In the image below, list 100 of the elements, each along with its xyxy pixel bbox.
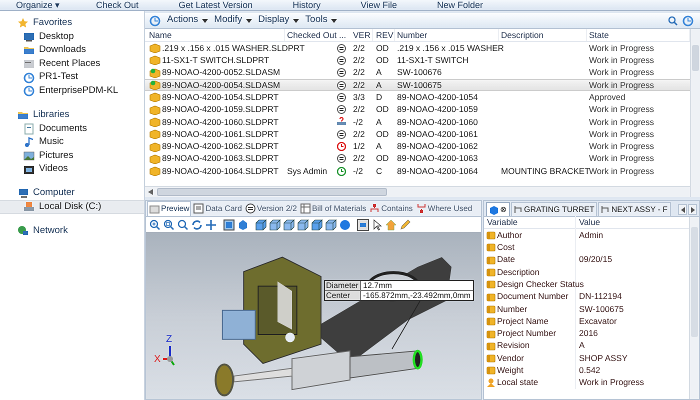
sidebar-item[interactable]: Local Disk (C:) [0,200,144,214]
recent-places-icon [23,58,35,70]
toolbar-button[interactable]: History [292,0,321,10]
column-header[interactable]: Description [501,28,544,42]
sidebar-item[interactable]: EnterprisePDM-KL [0,84,144,98]
sidebar-item[interactable]: Recent Places [0,57,144,71]
menu-button[interactable]: Tools [305,13,338,28]
sidebar-item[interactable]: Downloads [0,44,144,58]
horizontal-scrollbar-thumb[interactable] [157,188,387,196]
card-tab[interactable]: GRATING TURRET [511,202,598,216]
sidebar-item[interactable]: Music [0,136,144,150]
vertical-scrollbar-thumb[interactable] [691,227,698,337]
table-cell: Sys Admin [287,166,328,176]
search-icon [668,16,678,26]
variable-icon [486,340,496,351]
table-cell: SW-100676 [397,67,442,78]
table-cell: MOUNTING BRACKET [501,166,590,176]
tab[interactable]: Data Card [192,201,243,216]
file-row[interactable]: 89-NOAO-4200-1064.SLDPRT Sys Admin -/2 C 89-NOAO-4200-1064 MOUNTING BRACKETWork in Progress [145,164,690,178]
table-cell: 89-NOAO-4200-1060 [397,116,478,127]
scroll-right-button[interactable] [688,204,697,215]
file-row[interactable]: 89-NOAO-4200-1063.SLDPRT 2/2 OD 89-NOAO-4200-1063 Work in Progress [145,152,690,165]
variable-name: Weight [497,364,524,377]
table-cell: Work in Progress [589,141,654,152]
document-status-icon [337,130,346,139]
toolbar-button[interactable]: Organize ▾ [16,0,60,10]
variable-name: Design Checker Status [497,278,584,291]
toolbar-button[interactable]: New Folder [436,0,483,10]
vertical-scrollbar-thumb[interactable] [692,45,699,71]
measure-icon [357,218,369,230]
table-cell: OD [376,153,389,164]
version-icon [244,203,256,214]
sidebar-group[interactable]: Favorites [33,16,72,30]
file-row[interactable]: 89-NOAO-4200-1059.SLDPRT 2/2 OD 89-NOAO-4200-1059 Work in Progress [145,103,690,116]
file-row[interactable]: 89-NOAO-4200-1061.SLDPRT 2/2 OD 89-NOAO-4200-1061 Work in Progress [145,128,690,140]
sidebar-item[interactable]: PR1-Test [0,70,144,84]
leader-line [391,300,421,350]
file-row[interactable]: 89-NOAO-4200-1062.SLDPRT 1/2 A 89-NOAO-4200-1062 Work in Progress [145,140,690,153]
measurement-label: Diameter [325,281,361,290]
column-header[interactable]: Checked Out ... [287,28,346,42]
left-arrow-icon [680,206,684,212]
vertical-scrollbar[interactable] [689,217,699,399]
computer-icon [17,187,29,200]
scroll-left-button[interactable] [678,204,687,215]
file-row[interactable]: 89-NOAO-4200-1054.SLDPRT 3/3 D 89-NOAO-4200-1054 Approved [145,91,690,104]
toolbar-button[interactable]: Get Latest Version [178,0,253,10]
vertical-scrollbar[interactable] [690,29,700,197]
sidebar-item[interactable]: Documents [0,122,144,136]
table-cell: Work in Progress [589,116,654,127]
part-file-icon [149,92,161,102]
toolbar-button[interactable]: Check Out [96,0,139,10]
variable-name: Project Number [497,327,556,340]
menu-button[interactable]: Actions [167,13,208,28]
scroll-left-icon[interactable] [148,189,153,195]
assembly-file-icon [149,68,161,78]
menu-button[interactable]: Modify [214,13,252,28]
card-icon [193,203,204,214]
caret-icon [293,18,300,22]
table-cell: OD [376,42,389,53]
toolbar-button[interactable]: View File [360,0,397,10]
document-icon [23,122,35,135]
tab[interactable]: Version 2/2 [244,201,298,216]
sidebar-item[interactable]: Pictures [0,149,144,163]
variable-icon [486,242,496,252]
card-tab[interactable]: NEXT ASSY - F [598,202,671,216]
variable-value: Admin [579,230,604,240]
tab[interactable]: Bill of Materials [298,201,368,216]
file-name: 11-SX1-T SWITCH.SLDPRT [162,54,270,67]
menu-button[interactable]: Display [258,13,300,28]
variable-name: Local state [497,376,538,390]
table-cell: 89-NOAO-4200-1064 [397,166,478,176]
tab[interactable]: Preview [147,201,192,216]
sidebar-group[interactable]: Computer [33,186,75,200]
sidebar-item[interactable]: Videos [0,162,144,176]
variable-value: 2016 [579,328,598,338]
table-cell: 1/2 [353,141,365,152]
file-row[interactable]: 89-NOAO-4200-1060.SLDPRT -/2 A 89-NOAO-4200-1060 Work in Progress [145,116,690,128]
folder-icon [23,44,35,56]
variable-icon [486,316,496,326]
sidebar-group[interactable]: Libraries [33,108,70,122]
sidebar-item[interactable]: Desktop [0,30,144,44]
table-cell: .219 x .156 x .015 WASHER [397,42,504,53]
file-row[interactable]: 89-NOAO-4200-0054.SLDASM 2/2 A SW-100675 Work in Progress [145,78,690,92]
table-cell: 89-NOAO-4200-1054 [397,92,478,102]
card-tab[interactable]: ⊗ [486,202,510,216]
sidebar-group[interactable]: Network [33,224,68,238]
column-header[interactable]: Variable [487,217,518,228]
variable-icon [486,279,496,290]
table-cell: Work in Progress [589,55,654,66]
file-row[interactable]: 11-SX1-T SWITCH.SLDPRT 2/2 OD 11-SX1-T SWITCH Work in Progress [145,54,690,67]
file-row[interactable]: .219 x .156 x .015 WASHER.SLDPRT 2/2 OD .219 x .156 x .015 WASHER Work in Progress [145,42,690,54]
tab[interactable]: Contains [368,201,414,216]
file-row[interactable]: 89-NOAO-4200-0052.SLDASM 2/2 A SW-100676 Work in Progress [145,66,690,79]
tab[interactable]: Where Used [414,201,474,216]
column-header[interactable]: Value [579,217,600,228]
part-file-icon [149,142,161,152]
axis-label: X [154,353,161,367]
column-header[interactable]: Number [397,28,428,42]
table-cell: OD [376,104,389,114]
part-file-icon [149,129,161,140]
